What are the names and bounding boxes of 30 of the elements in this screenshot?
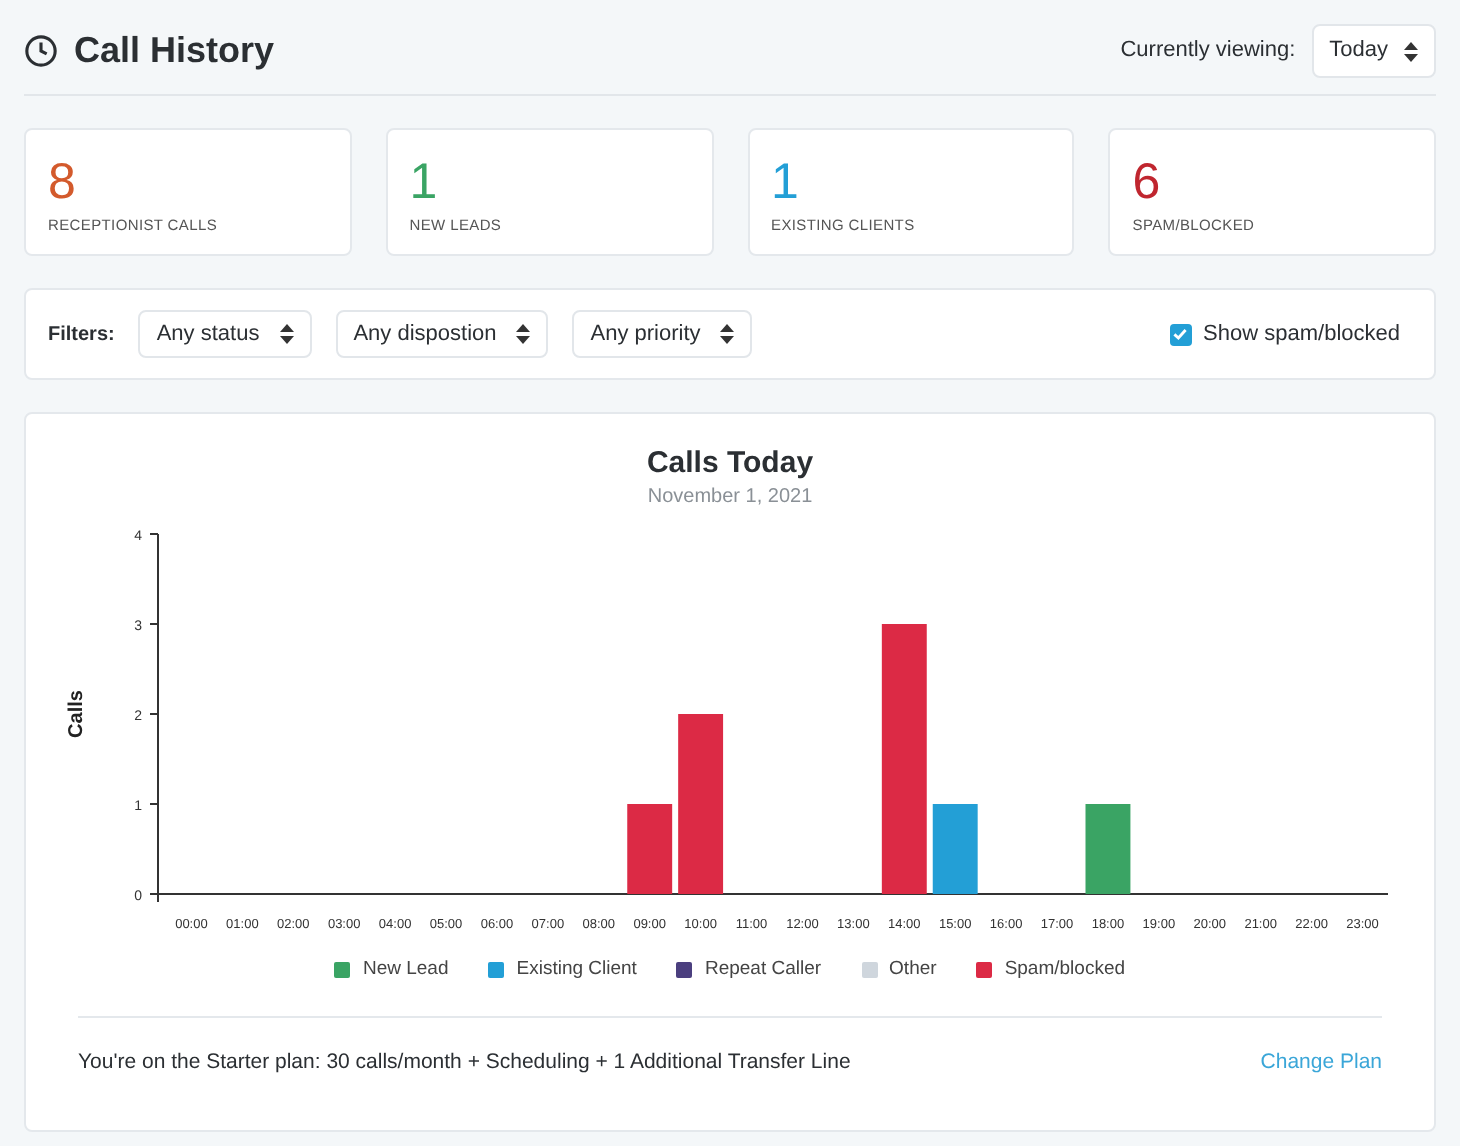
chart-subtitle: November 1, 2021 — [647, 484, 813, 512]
legend-label: Spam/blocked — [1004, 956, 1126, 984]
stat-value: 1 — [409, 154, 440, 210]
sort-caret-icon — [720, 324, 735, 344]
clock-icon — [24, 34, 58, 68]
page-title: Call History — [74, 28, 275, 74]
spam-checkbox[interactable] — [1169, 323, 1192, 345]
filter-select[interactable]: Any dispostion — [335, 310, 549, 358]
spam-checkbox-label: Show spam/blocked — [1203, 319, 1400, 350]
stat-value: 1 — [771, 154, 801, 210]
bar — [627, 804, 673, 894]
bar — [1085, 804, 1131, 894]
viewing-select[interactable]: Today — [1311, 24, 1436, 78]
filters-label: Filters: — [48, 321, 115, 349]
stat-value: 8 — [48, 154, 78, 210]
plan-text: You're on the Starter plan: 30 calls/month + Scheduling + 1 Additional Transfer Line — [78, 1048, 851, 1079]
legend-label: Existing Client — [516, 956, 637, 984]
filter-select[interactable]: Any priority — [572, 310, 753, 358]
sort-caret-icon — [1404, 41, 1418, 61]
legend-label: Repeat Caller — [704, 956, 822, 984]
stat-value: 6 — [1132, 154, 1163, 210]
bar — [932, 804, 978, 894]
legend-label: New Lead — [362, 956, 449, 984]
sort-caret-icon — [279, 324, 294, 344]
viewing-label: Currently viewing: — [1120, 36, 1296, 67]
legend-label: Other — [889, 956, 937, 984]
chart-title: Calls Today — [646, 446, 814, 482]
y-axis-label: Calls — [66, 690, 88, 738]
sort-caret-icon — [516, 324, 531, 344]
filter-select[interactable]: Any status — [138, 310, 312, 358]
